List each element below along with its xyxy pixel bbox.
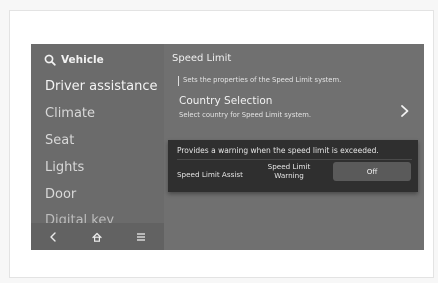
popup-message: Provides a warning when the speed limit … xyxy=(177,146,379,155)
speed-limit-warning-option[interactable]: Speed Limit Warning xyxy=(261,162,317,180)
speed-limit-assist-label: Speed Limit Assist xyxy=(177,170,243,179)
sidebar: Vehicle Driver assistance Climate Seat L… xyxy=(31,44,164,250)
bottom-nav-bar xyxy=(31,223,164,250)
sidebar-item-seat[interactable]: Seat xyxy=(45,130,74,152)
menu-icon xyxy=(137,233,145,241)
sidebar-item-label: Lights xyxy=(45,160,85,175)
sidebar-item-door[interactable]: Door xyxy=(45,184,76,206)
country-selection-title: Country Selection xyxy=(179,95,273,107)
sidebar-item-lights[interactable]: Lights xyxy=(45,157,84,179)
home-icon xyxy=(92,232,102,242)
back-button[interactable] xyxy=(43,228,63,246)
description-marker xyxy=(178,76,179,86)
chevron-right-icon xyxy=(401,105,409,117)
page-description: Sets the properties of the Speed Limit s… xyxy=(183,76,342,84)
sidebar-item-climate[interactable]: Climate xyxy=(45,103,95,125)
menu-button[interactable] xyxy=(131,228,151,246)
sidebar-item-label: Seat xyxy=(45,133,75,148)
sidebar-item-label: Driver assistance xyxy=(45,79,158,94)
speed-limit-popup: Provides a warning when the speed limit … xyxy=(168,140,418,192)
sidebar-title: Vehicle xyxy=(61,54,104,66)
off-option-button[interactable]: Off xyxy=(333,162,411,181)
sidebar-item-label: Door xyxy=(45,187,77,202)
popup-divider xyxy=(177,159,412,160)
infotainment-screen: Vehicle Driver assistance Climate Seat L… xyxy=(31,44,424,250)
country-selection-subtitle: Select country for Speed Limit system. xyxy=(179,111,311,119)
sidebar-item-label: Climate xyxy=(45,106,96,121)
back-icon xyxy=(50,232,56,242)
search-icon[interactable] xyxy=(43,52,57,68)
sidebar-item-driver-assistance[interactable]: Driver assistance xyxy=(45,76,157,98)
page-title: Speed Limit xyxy=(172,53,232,64)
home-button[interactable] xyxy=(87,228,107,246)
